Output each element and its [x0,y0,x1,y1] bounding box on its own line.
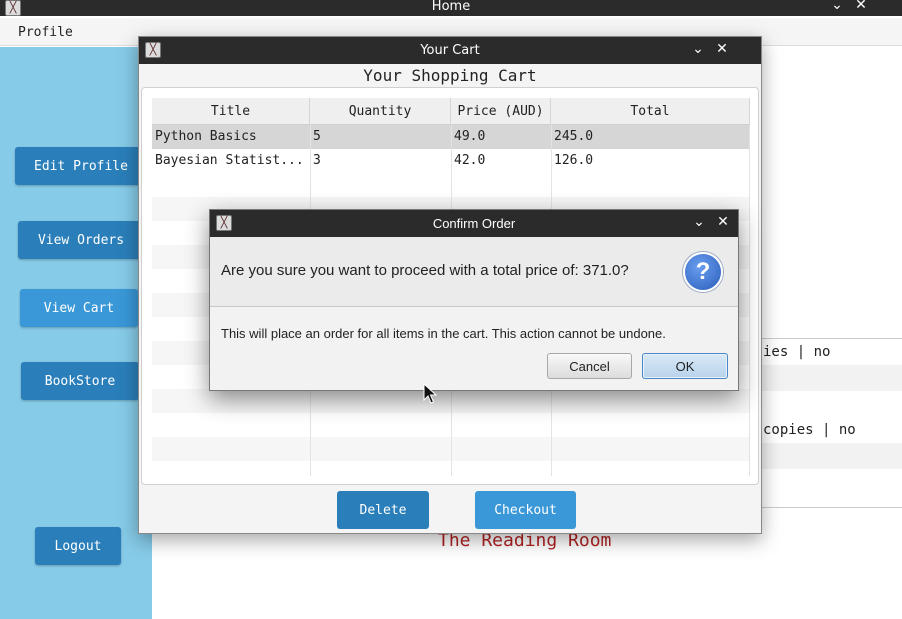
close-icon[interactable]: ✕ [714,214,732,230]
confirm-dialog: ╳ Confirm Order ⌄ ✕ Are you sure you wan… [209,209,739,391]
list-item [761,443,902,469]
list-item: ies | no [763,344,831,360]
cart-window-title: Your Cart [420,43,480,58]
delete-button[interactable]: Delete [337,491,429,529]
menu-profile[interactable]: Profile [18,25,73,40]
column-header-quantity[interactable]: Quantity [310,98,451,125]
cell-price: 42.0 [454,153,486,168]
cell-quantity: 3 [313,153,321,168]
desktop: ╳ Home ⌄ ✕ Profile Edit Profile View Ord… [0,0,902,619]
cell-quantity: 5 [313,129,321,144]
column-header-price[interactable]: Price (AUD) [451,98,551,125]
cancel-button[interactable]: Cancel [547,353,632,379]
close-icon[interactable]: ✕ [713,41,731,57]
mouse-cursor-icon [423,383,437,404]
minimize-icon[interactable]: ⌄ [689,41,707,57]
sidebar: Edit Profile View Orders View Cart BookS… [0,47,152,619]
cell-price: 49.0 [454,129,486,144]
dialog-question: Are you sure you want to proceed with a … [221,262,629,279]
column-header-total[interactable]: Total [551,98,750,125]
list-item [761,469,902,495]
checkout-button[interactable]: Checkout [475,491,576,529]
main-window-title: Home [431,0,471,14]
logout-button[interactable]: Logout [35,527,121,565]
list-item: copies | no [763,422,856,438]
column-header-title[interactable]: Title [152,98,310,125]
cell-total: 245.0 [554,129,594,144]
bookstore-button[interactable]: BookStore [21,362,139,400]
view-orders-button[interactable]: View Orders [18,221,144,259]
background-list: ies | no copies | no [760,338,902,508]
question-icon: ? [683,252,723,292]
cart-heading: Your Shopping Cart [363,66,537,85]
list-item [761,391,902,417]
close-icon[interactable]: ✕ [852,0,870,13]
dialog-titlebar: ╳ Confirm Order ⌄ ✕ [210,210,738,237]
cell-title: Python Basics [155,129,257,144]
edit-profile-button[interactable]: Edit Profile [15,147,147,185]
cell-total: 126.0 [554,153,594,168]
list-item [761,365,902,391]
view-cart-button[interactable]: View Cart [20,289,138,327]
dialog-title: Confirm Order [432,216,516,231]
dialog-content: This will place an order for all items i… [221,326,666,341]
main-titlebar: ╳ Home ⌄ ✕ [0,0,902,16]
dialog-header: Are you sure you want to proceed with a … [210,237,738,307]
minimize-icon[interactable]: ⌄ [690,214,708,230]
column-divider [749,125,750,476]
ok-button[interactable]: OK [642,353,728,379]
minimize-icon[interactable]: ⌄ [828,0,846,13]
table-header: Title Quantity Price (AUD) Total [152,98,750,125]
cell-title: Bayesian Statist... [155,153,304,168]
cart-titlebar: ╳ Your Cart ⌄ ✕ [139,37,761,64]
